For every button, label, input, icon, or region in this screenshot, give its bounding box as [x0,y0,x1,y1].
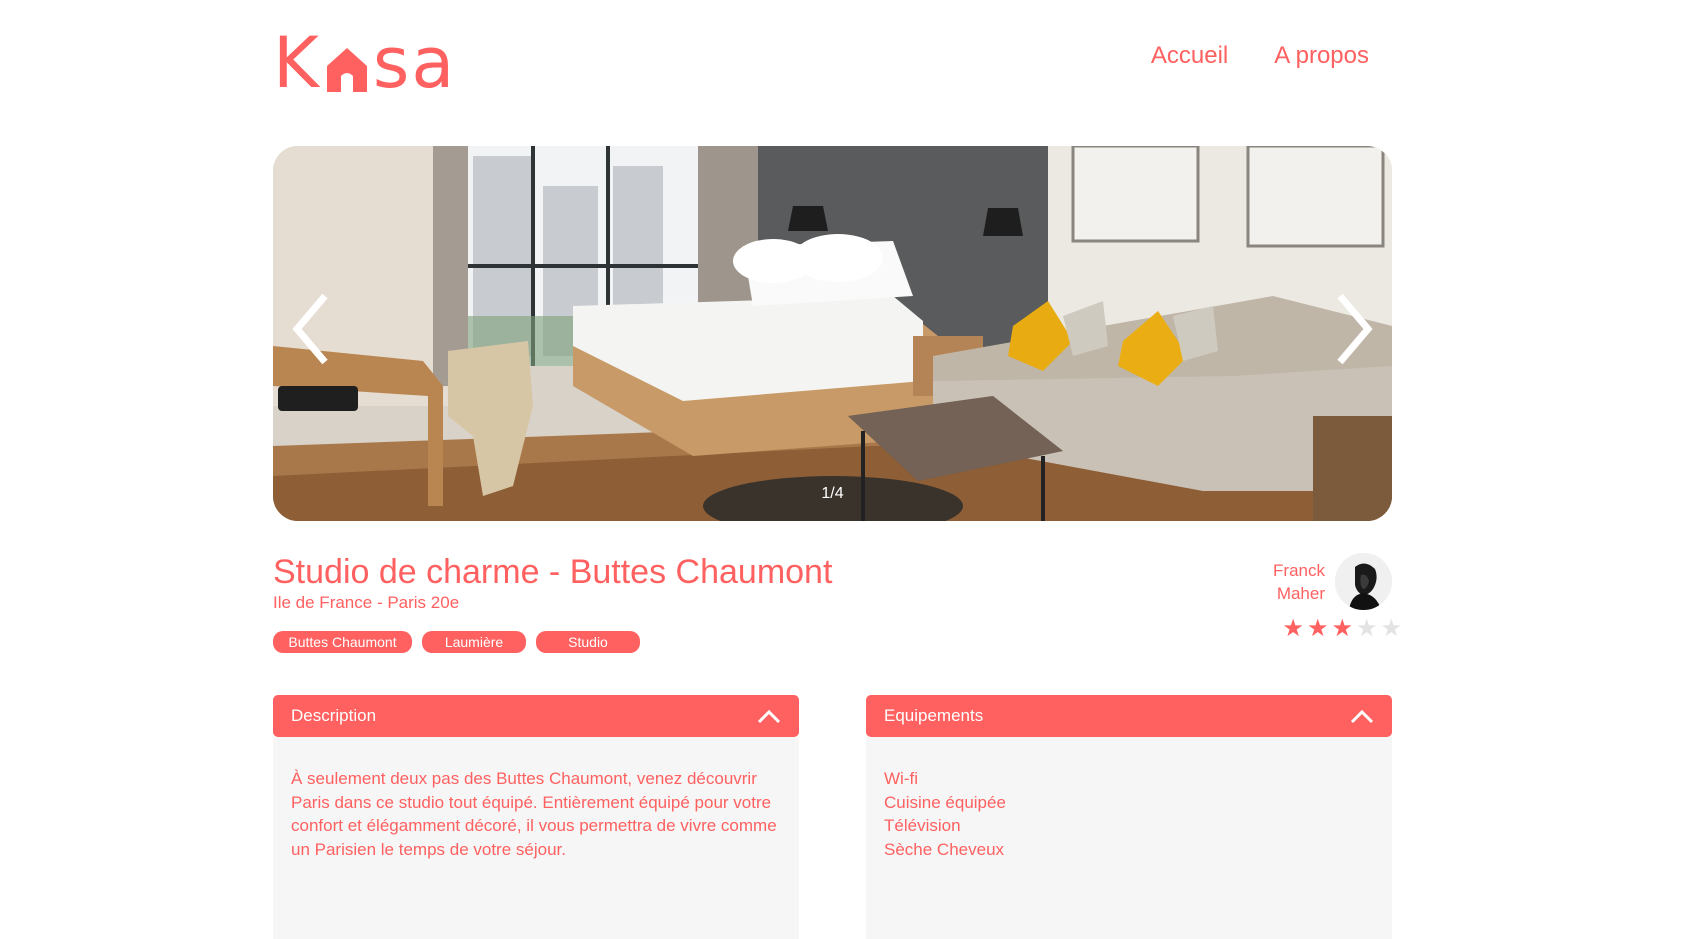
equipments-toggle[interactable]: Equipements [866,695,1392,737]
nav-link-about[interactable]: A propos [1274,42,1369,70]
carousel-prev-button[interactable] [283,284,343,374]
image-carousel: 1/4 [273,146,1392,521]
tag-list: Buttes Chaumont Laumière Studio [273,631,640,653]
chevron-right-icon [1337,293,1373,365]
host-info: Franck Maher [1273,553,1392,610]
equipments-collapse: Equipements Wi-fi Cuisine équipée Télévi… [866,695,1392,939]
house-icon [323,32,371,94]
description-title: Description [291,706,377,725]
description-text: À seulement deux pas des Buttes Chaumont… [291,769,777,859]
star-empty-icon: ★ [1380,615,1402,642]
host-first-name: Franck [1273,560,1325,580]
equipments-body: Wi-fi Cuisine équipée Télévision Sèche C… [866,737,1392,939]
main-nav: Accueil A propos [1151,42,1369,70]
list-item: Cuisine équipée [884,792,1006,812]
list-item: Télévision [884,816,961,835]
listing-location: Ile de France - Paris 20e [273,593,460,612]
star-empty-icon: ★ [1355,615,1378,642]
description-collapse: Description À seulement deux pas des But… [273,695,799,939]
host-rating: ★ ★ ★ ★ ★ [1282,616,1402,642]
carousel-next-button[interactable] [1322,284,1382,374]
tag: Laumière [422,631,526,653]
list-item: Wi-fi [884,769,918,788]
description-body: À seulement deux pas des Buttes Chaumont… [273,737,799,939]
header: K sa Accueil A propos [273,22,1392,104]
host-avatar [1335,553,1392,610]
star-icon: ★ [1331,615,1353,642]
list-item: Sèche Cheveux [884,839,1005,859]
chevron-left-icon [292,293,328,365]
tag: Studio [536,631,640,653]
equipments-title: Equipements [884,706,984,725]
tag: Buttes Chaumont [273,631,412,653]
nav-link-home[interactable]: Accueil [1151,42,1228,70]
host-last-name: Maher [1276,583,1325,603]
logo-letter-k: K [273,22,321,104]
star-icon: ★ [1306,615,1329,642]
star-icon: ★ [1282,615,1304,642]
page: K sa Accueil A propos 1/4 Studio de char… [273,0,1402,939]
logo-letters-sa: sa [372,22,457,104]
carousel-counter: 1/4 [821,485,844,502]
apartment-photo [273,146,1392,521]
host-name: Franck Maher [1273,559,1325,605]
chevron-up-icon [757,709,781,724]
kasa-logo[interactable]: K sa [273,22,473,104]
equipment-list: Wi-fi Cuisine équipée Télévision Sèche C… [884,767,1374,861]
listing-title: Studio de charme - Buttes Chaumont [273,553,833,591]
chevron-up-icon [1350,709,1374,724]
description-toggle[interactable]: Description [273,695,799,737]
